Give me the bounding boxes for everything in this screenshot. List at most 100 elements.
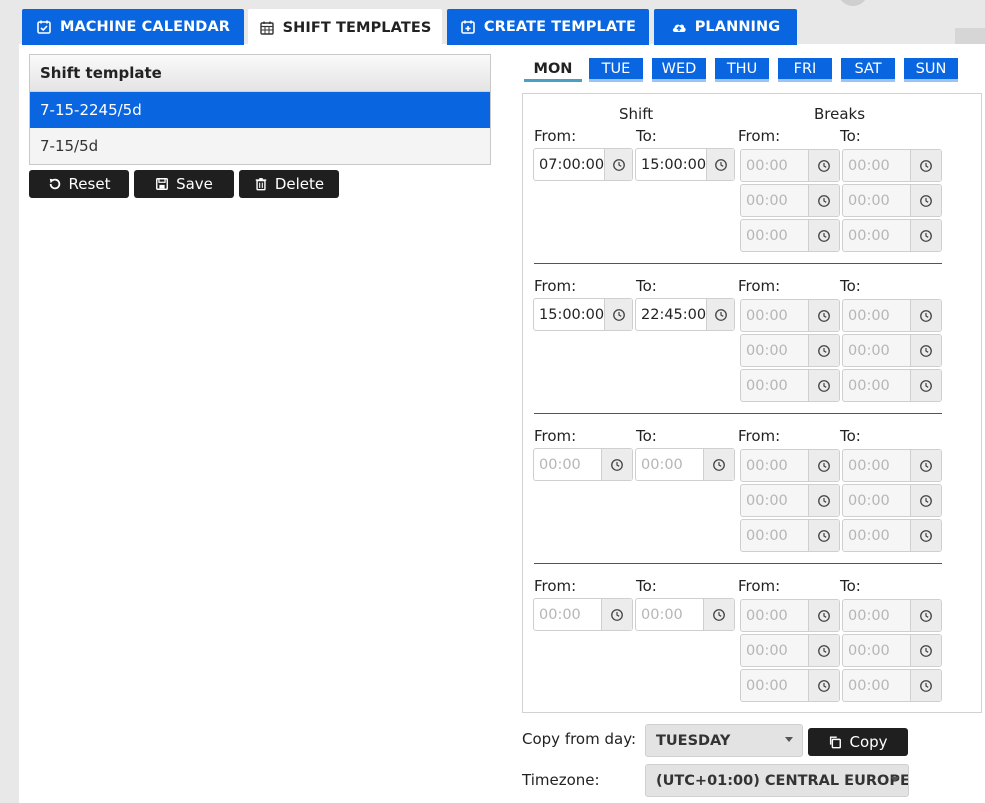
tab-shift-templates[interactable]: SHIFT TEMPLATES: [248, 9, 442, 46]
time-value: 22:45:00: [641, 306, 707, 323]
time-input[interactable]: 00:00: [635, 448, 735, 481]
clock-icon[interactable]: [706, 149, 734, 180]
time-input[interactable]: 00:00: [740, 369, 840, 402]
day-tab-sun[interactable]: SUN: [904, 58, 958, 82]
clock-icon[interactable]: [910, 450, 941, 481]
save-button[interactable]: Save: [134, 170, 234, 198]
clock-icon[interactable]: [601, 449, 632, 480]
clock-icon[interactable]: [808, 635, 839, 666]
clock-icon[interactable]: [910, 600, 941, 631]
time-value: 00:00: [746, 642, 788, 659]
clock-icon[interactable]: [910, 150, 941, 181]
day-tab-fri[interactable]: FRI: [778, 58, 832, 82]
time-value: 00:00: [746, 157, 788, 174]
clock-icon[interactable]: [910, 635, 941, 666]
clock-icon[interactable]: [706, 299, 734, 330]
tab-machine-calendar[interactable]: MACHINE CALENDAR: [22, 9, 244, 45]
tab-label: CREATE TEMPLATE: [483, 19, 637, 35]
clock-icon[interactable]: [910, 370, 941, 401]
clock-icon[interactable]: [808, 600, 839, 631]
from-label: From:: [738, 427, 781, 445]
time-value: 00:00: [539, 606, 581, 623]
clock-icon[interactable]: [808, 150, 839, 181]
clock-icon[interactable]: [703, 449, 734, 480]
time-input[interactable]: 00:00: [842, 449, 942, 482]
time-input[interactable]: 07:00:00: [533, 148, 633, 181]
delete-button[interactable]: Delete: [239, 170, 339, 198]
clock-icon[interactable]: [808, 335, 839, 366]
list-item[interactable]: 7-15/5d: [30, 128, 490, 164]
reset-button[interactable]: Reset: [29, 170, 129, 198]
time-input[interactable]: 00:00: [842, 599, 942, 632]
time-input[interactable]: 00:00: [533, 598, 633, 631]
copy-from-day-select[interactable]: TUESDAY: [645, 724, 803, 757]
shift-divider: [534, 413, 942, 414]
time-input[interactable]: 00:00: [842, 334, 942, 367]
time-input[interactable]: 15:00:00: [635, 148, 735, 181]
time-input[interactable]: 00:00: [842, 484, 942, 517]
time-value: 00:00: [746, 492, 788, 509]
undo-icon: [49, 178, 60, 190]
clock-icon[interactable]: [808, 670, 839, 701]
time-input[interactable]: 00:00: [740, 599, 840, 632]
time-input[interactable]: 00:00: [842, 299, 942, 332]
time-input[interactable]: 00:00: [842, 669, 942, 702]
day-tab-thu[interactable]: THU: [715, 58, 769, 82]
time-input[interactable]: 00:00: [533, 448, 633, 481]
button-label: Save: [176, 175, 213, 193]
time-input[interactable]: 00:00: [740, 669, 840, 702]
time-input[interactable]: 00:00: [740, 634, 840, 667]
clock-icon[interactable]: [910, 485, 941, 516]
to-label: To:: [840, 577, 861, 595]
tab-planning[interactable]: PLANNING: [654, 9, 797, 45]
time-value: 00:00: [746, 377, 788, 394]
clock-icon[interactable]: [604, 299, 632, 330]
time-input[interactable]: 00:00: [842, 519, 942, 552]
clock-icon[interactable]: [910, 520, 941, 551]
clock-icon[interactable]: [808, 450, 839, 481]
clock-icon[interactable]: [808, 520, 839, 551]
from-label: From:: [534, 127, 577, 145]
time-input[interactable]: 00:00: [740, 449, 840, 482]
clock-icon[interactable]: [910, 300, 941, 331]
time-value: 00:00: [746, 527, 788, 544]
shift-heading: Shift: [619, 105, 654, 123]
clock-icon[interactable]: [808, 220, 839, 251]
copy-button[interactable]: Copy: [808, 728, 908, 756]
time-input[interactable]: 00:00: [842, 149, 942, 182]
time-input[interactable]: 00:00: [740, 334, 840, 367]
day-tab-mon[interactable]: MON: [524, 58, 582, 82]
clock-icon[interactable]: [703, 599, 734, 630]
clock-icon[interactable]: [910, 670, 941, 701]
clock-icon[interactable]: [808, 300, 839, 331]
time-input[interactable]: 00:00: [842, 184, 942, 217]
time-input[interactable]: 00:00: [842, 219, 942, 252]
timezone-select[interactable]: (UTC+01:00) CENTRAL EUROPE ...: [645, 764, 909, 797]
time-input[interactable]: 00:00: [740, 519, 840, 552]
list-header: Shift template: [30, 55, 490, 92]
tab-create-template[interactable]: CREATE TEMPLATE: [447, 9, 649, 45]
list-item[interactable]: 7-15-2245/5d: [30, 92, 490, 128]
time-input[interactable]: 00:00: [842, 634, 942, 667]
time-input[interactable]: 00:00: [740, 484, 840, 517]
day-tab-wed[interactable]: WED: [652, 58, 706, 82]
clock-icon[interactable]: [910, 335, 941, 366]
clock-icon[interactable]: [601, 599, 632, 630]
clock-icon[interactable]: [910, 220, 941, 251]
time-input[interactable]: 15:00:00: [533, 298, 633, 331]
clock-icon[interactable]: [808, 370, 839, 401]
time-input[interactable]: 00:00: [740, 299, 840, 332]
time-input[interactable]: 22:45:00: [635, 298, 735, 331]
time-input[interactable]: 00:00: [740, 219, 840, 252]
clock-icon[interactable]: [604, 149, 632, 180]
time-input[interactable]: 00:00: [740, 184, 840, 217]
clock-icon[interactable]: [808, 485, 839, 516]
time-input[interactable]: 00:00: [635, 598, 735, 631]
button-label: Copy: [849, 733, 888, 751]
clock-icon[interactable]: [808, 185, 839, 216]
day-tab-sat[interactable]: SAT: [841, 58, 895, 82]
time-input[interactable]: 00:00: [842, 369, 942, 402]
day-tab-tue[interactable]: TUE: [589, 58, 643, 82]
clock-icon[interactable]: [910, 185, 941, 216]
time-input[interactable]: 00:00: [740, 149, 840, 182]
